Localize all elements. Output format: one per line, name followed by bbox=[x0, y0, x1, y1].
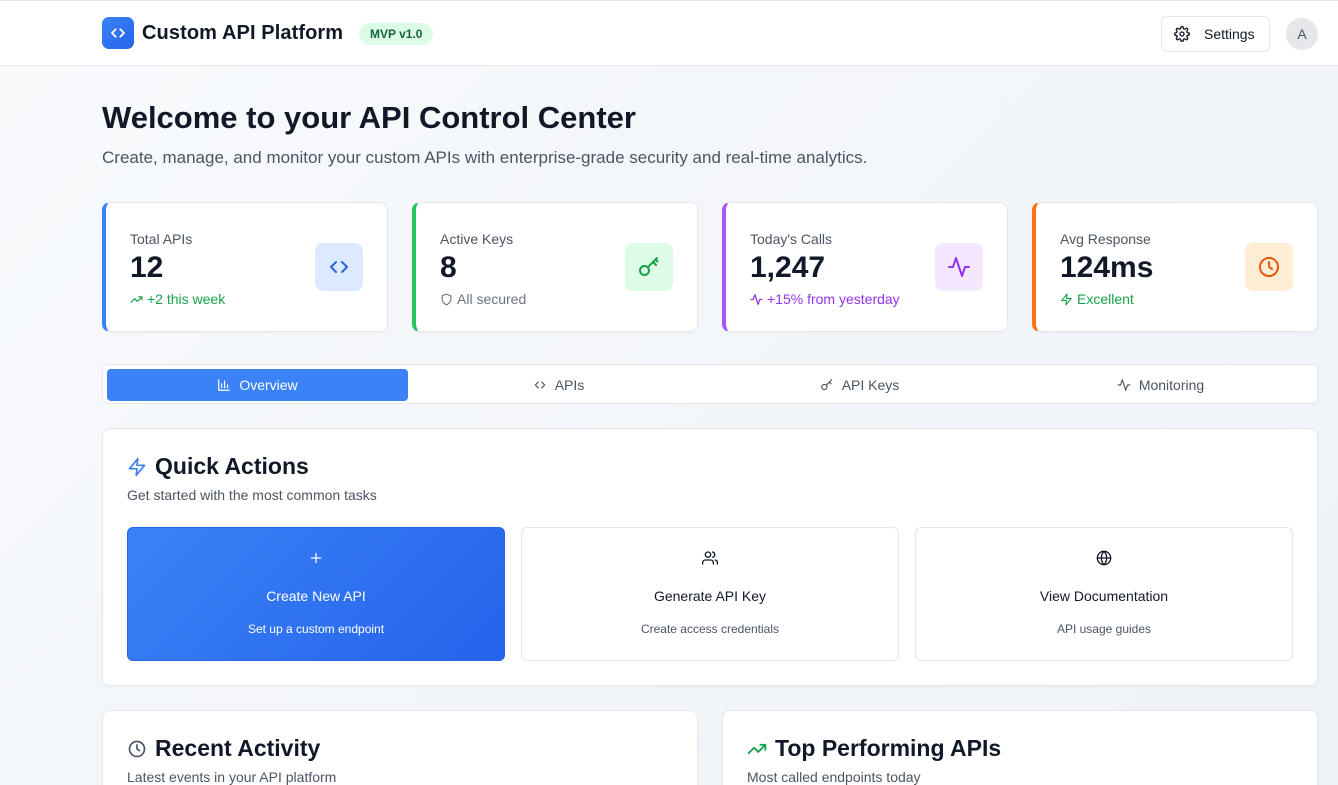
top-header: Custom API Platform MVP v1.0 Settings A bbox=[0, 0, 1338, 66]
quick-actions-subtitle: Get started with the most common tasks bbox=[127, 487, 377, 503]
stat-label: Total APIs bbox=[130, 231, 193, 247]
stat-value: 8 bbox=[440, 251, 457, 284]
action-subtitle: API usage guides bbox=[1056, 622, 1152, 636]
quick-actions-panel: Quick Actions Get started with the most … bbox=[102, 428, 1318, 686]
clock-icon bbox=[1245, 243, 1293, 291]
stat-note: All secured bbox=[440, 291, 526, 307]
key-icon bbox=[625, 243, 673, 291]
top-apis-title: Top Performing APIs bbox=[747, 735, 1001, 762]
code-icon bbox=[315, 243, 363, 291]
stat-card-active-keys: Active Keys 8 All secured bbox=[412, 202, 698, 332]
action-title: View Documentation bbox=[1039, 588, 1169, 604]
action-title: Create New API bbox=[266, 588, 366, 604]
stat-note: +15% from yesterday bbox=[750, 291, 900, 307]
app-title: Custom API Platform bbox=[142, 22, 344, 44]
plus-icon bbox=[128, 550, 504, 566]
trending-up-icon bbox=[747, 743, 767, 754]
tab-label: Overview bbox=[239, 377, 298, 393]
stat-value: 1,247 bbox=[750, 251, 826, 284]
stat-note: +2 this week bbox=[130, 291, 225, 307]
shield-icon bbox=[441, 293, 452, 305]
create-new-api-button[interactable]: Create New API Set up a custom endpoint bbox=[127, 527, 505, 661]
recent-activity-title-text: Recent Activity bbox=[155, 735, 321, 761]
settings-button[interactable]: Settings bbox=[1161, 16, 1270, 52]
stat-value: 124ms bbox=[1060, 251, 1154, 284]
top-apis-title-text: Top Performing APIs bbox=[775, 735, 1002, 761]
tab-monitoring[interactable]: Monitoring bbox=[1010, 369, 1311, 401]
action-subtitle: Set up a custom endpoint bbox=[247, 622, 385, 636]
recent-activity-title: Recent Activity bbox=[127, 735, 320, 762]
quick-actions-title: Quick Actions bbox=[127, 453, 309, 480]
avatar[interactable]: A bbox=[1286, 18, 1318, 50]
recent-activity-panel: Recent Activity Latest events in your AP… bbox=[102, 710, 698, 785]
stat-card-avg-response: Avg Response 124ms Excellent bbox=[1032, 202, 1318, 332]
recent-activity-subtitle: Latest events in your API platform bbox=[127, 769, 337, 785]
quick-actions-title-text: Quick Actions bbox=[155, 453, 309, 479]
tab-api-keys[interactable]: API Keys bbox=[709, 369, 1010, 401]
stat-note-text: +2 this week bbox=[147, 291, 226, 307]
stat-note-text: All secured bbox=[457, 291, 527, 307]
key-icon bbox=[820, 379, 832, 391]
stat-note: Excellent bbox=[1060, 291, 1134, 307]
activity-icon bbox=[750, 293, 763, 305]
tab-label: APIs bbox=[554, 377, 585, 393]
logo-icon[interactable] bbox=[102, 17, 134, 49]
activity-icon bbox=[1117, 379, 1131, 391]
settings-label: Settings bbox=[1204, 26, 1255, 42]
activity-icon bbox=[935, 243, 983, 291]
top-apis-subtitle: Most called endpoints today bbox=[747, 769, 921, 785]
tab-apis[interactable]: APIs bbox=[408, 369, 709, 401]
stat-label: Avg Response bbox=[1060, 231, 1151, 247]
trending-up-icon bbox=[130, 295, 143, 303]
view-documentation-button[interactable]: View Documentation API usage guides bbox=[915, 527, 1293, 661]
generate-api-key-button[interactable]: Generate API Key Create access credentia… bbox=[521, 527, 899, 661]
tab-label: API Keys bbox=[841, 377, 900, 393]
stat-note-text: +15% from yesterday bbox=[767, 291, 900, 307]
zap-icon bbox=[128, 457, 146, 476]
page-title: Welcome to your API Control Center bbox=[102, 100, 636, 135]
tab-label: Monitoring bbox=[1138, 377, 1205, 393]
stat-value: 12 bbox=[130, 251, 164, 284]
action-title: Generate API Key bbox=[653, 588, 767, 604]
stat-card-todays-calls: Today's Calls 1,247 +15% from yesterday bbox=[722, 202, 1008, 332]
page-subtitle: Create, manage, and monitor your custom … bbox=[102, 148, 868, 167]
zap-icon bbox=[1061, 293, 1072, 305]
action-subtitle: Create access credentials bbox=[640, 622, 780, 636]
users-icon bbox=[522, 550, 898, 566]
stat-label: Today's Calls bbox=[750, 231, 833, 247]
tab-overview[interactable]: Overview bbox=[107, 369, 408, 401]
bar-chart-icon bbox=[218, 379, 231, 391]
gear-icon bbox=[1174, 26, 1190, 42]
clock-icon bbox=[128, 740, 146, 757]
stat-note-text: Excellent bbox=[1077, 291, 1134, 307]
code-icon bbox=[534, 381, 545, 389]
version-badge: MVP v1.0 bbox=[359, 23, 434, 45]
tab-bar: Overview APIs API Keys Monitoring bbox=[102, 364, 1318, 404]
stat-card-total-apis: Total APIs 12 +2 this week bbox=[102, 202, 388, 332]
stat-label: Active Keys bbox=[440, 231, 514, 247]
globe-icon bbox=[916, 550, 1292, 566]
top-apis-panel: Top Performing APIs Most called endpoint… bbox=[722, 710, 1318, 785]
